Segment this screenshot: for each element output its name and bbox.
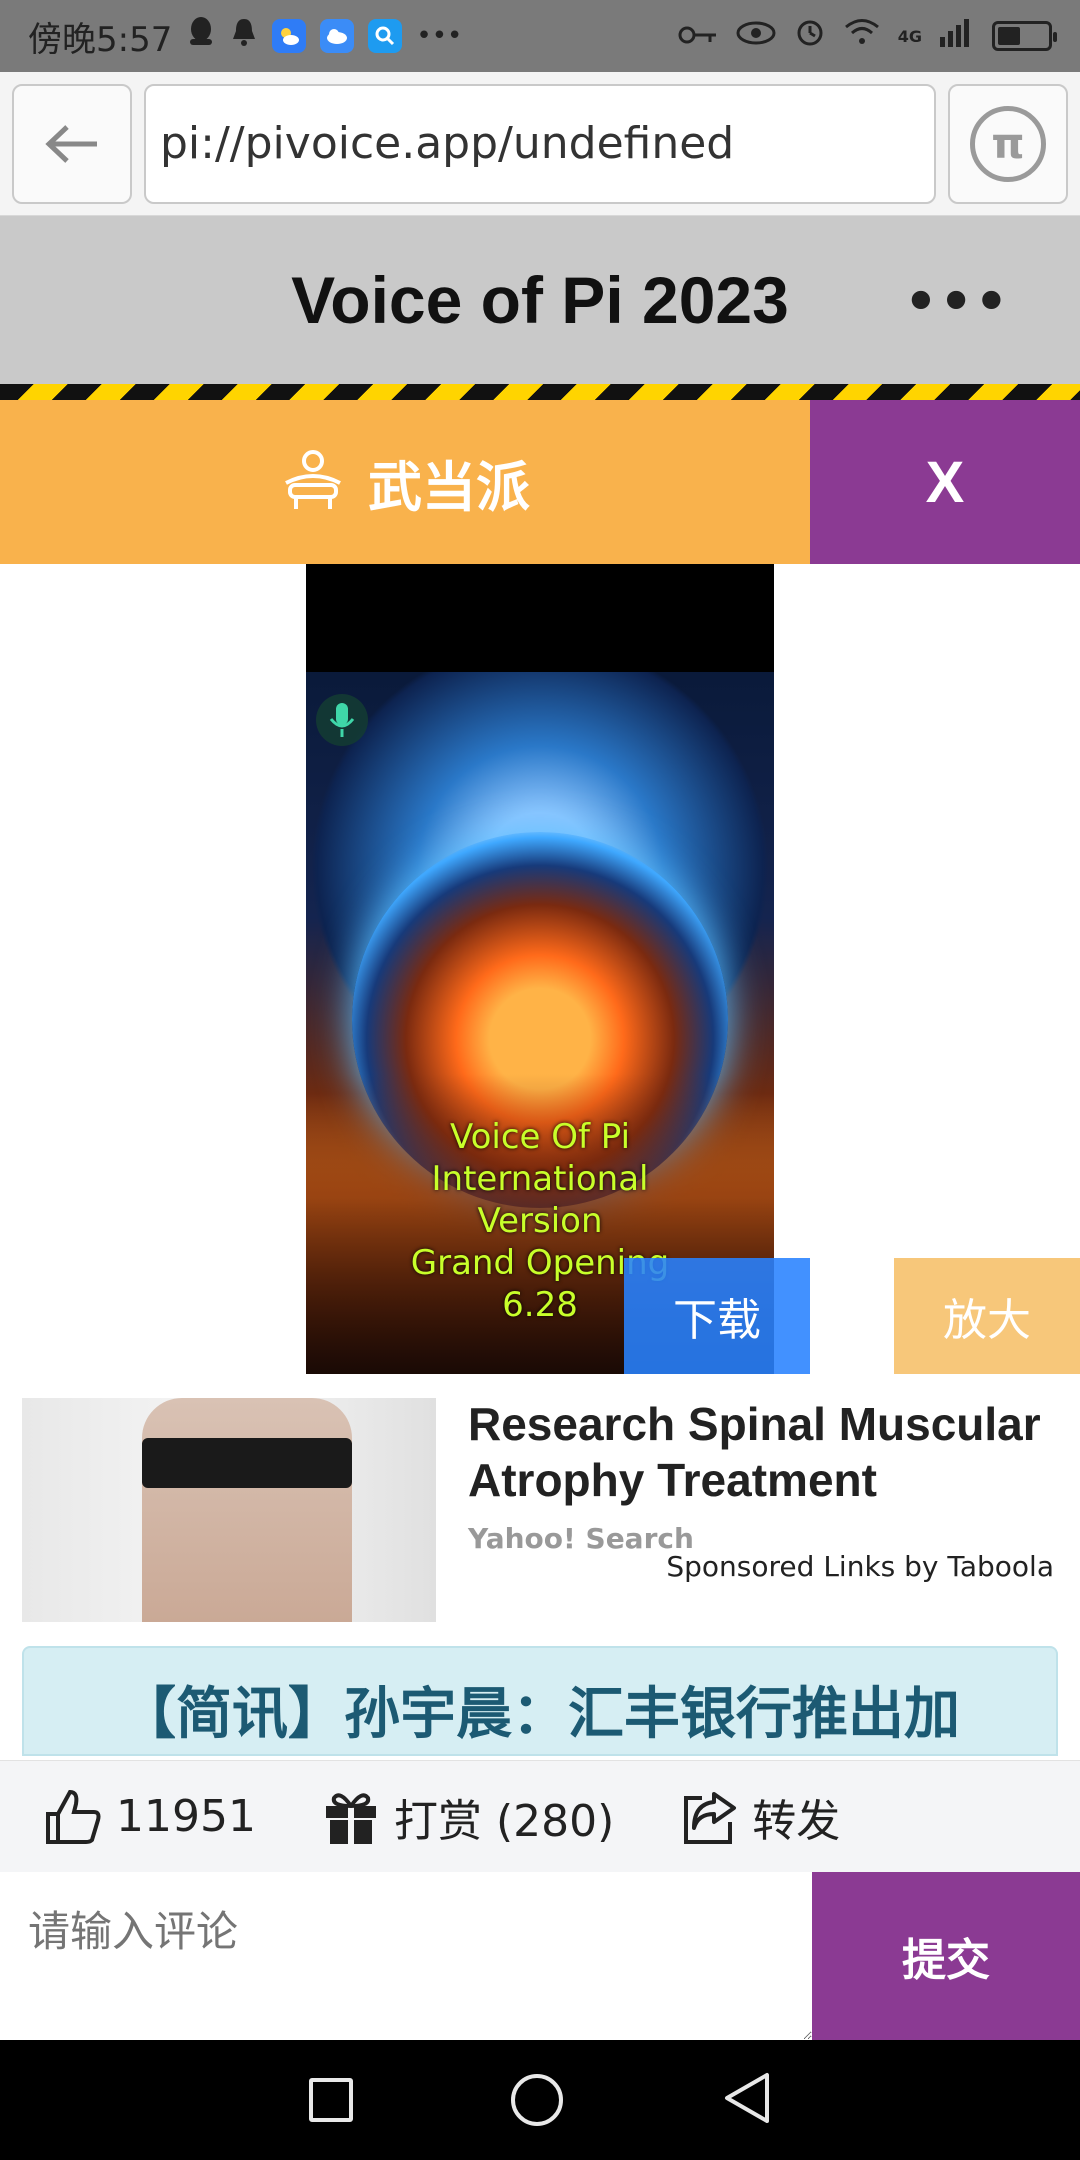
- gift-icon: [325, 1792, 376, 1844]
- status-bar: 傍晚5:57 ••• 4G: [0, 0, 1080, 72]
- comment-input[interactable]: [0, 1872, 812, 2040]
- zoom-button[interactable]: 放大: [894, 1258, 1080, 1374]
- reward-label: 打赏 (280): [393, 1795, 615, 1847]
- ad-figure-detail: [142, 1438, 352, 1488]
- home-button[interactable]: [511, 2074, 563, 2126]
- channel-banner[interactable]: 武当派: [0, 400, 810, 564]
- sponsored-title[interactable]: Research Spinal Muscular Atrophy Treatme…: [468, 1396, 1068, 1508]
- qq-icon: [186, 15, 216, 58]
- ad-figure-image: [142, 1398, 352, 1622]
- close-button[interactable]: X: [810, 400, 1080, 564]
- more-notifications-icon: •••: [416, 21, 463, 51]
- video-player[interactable]: Voice Of Pi International Version Grand …: [306, 564, 774, 1374]
- thumbs-up-icon: [46, 1789, 101, 1844]
- alarm-icon: [794, 16, 826, 56]
- overlay-line: Voice Of Pi: [449, 1117, 631, 1157]
- news-title: 【简讯】孙宇晨：汇丰银行推出加: [120, 1682, 960, 1747]
- recents-button[interactable]: [309, 2078, 353, 2122]
- sponsored-attribution[interactable]: Sponsored Links by Taboola: [666, 1550, 1054, 1583]
- signal-icon: [940, 17, 974, 55]
- bell-icon: [230, 16, 258, 56]
- microphone-icon[interactable]: [316, 694, 368, 746]
- pi-logo-icon: π: [970, 105, 1046, 182]
- sponsored-source: Yahoo! Search: [468, 1522, 694, 1555]
- share-icon: [684, 1791, 737, 1844]
- share-button[interactable]: 转发: [680, 1785, 840, 1849]
- news-card[interactable]: 【简讯】孙宇晨：汇丰银行推出加: [22, 1646, 1058, 1756]
- action-bar: 11951 打赏 (280) 转发: [0, 1760, 1080, 1872]
- system-nav-bar: [0, 2040, 1080, 2160]
- sponsored-image[interactable]: [22, 1398, 436, 1622]
- reward-button[interactable]: 打赏 (280): [322, 1785, 614, 1849]
- like-button[interactable]: 11951: [44, 1788, 256, 1846]
- weather-icon: [272, 19, 307, 53]
- url-bar[interactable]: pi://pivoice.app/undefined: [144, 83, 936, 204]
- arrow-left-icon: [45, 124, 97, 163]
- network-label: 4G: [897, 26, 922, 46]
- channel-name: 武当派: [368, 455, 530, 519]
- key-icon: [678, 19, 718, 54]
- eye-icon: [736, 19, 776, 54]
- back-nav-button[interactable]: [721, 2071, 771, 2129]
- battery-icon: [992, 21, 1057, 51]
- overlay-line: Version: [477, 1201, 603, 1241]
- page-title: Voice of Pi 2023: [291, 263, 789, 337]
- like-count: 11951: [116, 1791, 256, 1842]
- more-menu-button[interactable]: •••: [904, 272, 1010, 332]
- download-button[interactable]: 下载: [624, 1258, 810, 1374]
- browser-toolbar: pi://pivoice.app/undefined π: [0, 72, 1080, 216]
- search-app-icon: [368, 19, 403, 53]
- wifi-icon: [844, 18, 880, 54]
- url-text: pi://pivoice.app/undefined: [160, 118, 735, 169]
- submit-button[interactable]: 提交: [812, 1872, 1080, 2040]
- back-button[interactable]: [12, 83, 132, 204]
- cloud-icon: [320, 19, 355, 53]
- share-label: 转发: [752, 1795, 841, 1847]
- channel-icon: [280, 447, 346, 517]
- app-header: Voice of Pi 2023 •••: [0, 216, 1080, 384]
- pi-browser-button[interactable]: π: [948, 83, 1068, 204]
- hazard-stripe-divider: [0, 384, 1080, 400]
- status-time: 傍晚5:57: [28, 19, 173, 60]
- triangle-back-icon: [725, 2073, 769, 2123]
- overlay-line: International: [431, 1159, 649, 1199]
